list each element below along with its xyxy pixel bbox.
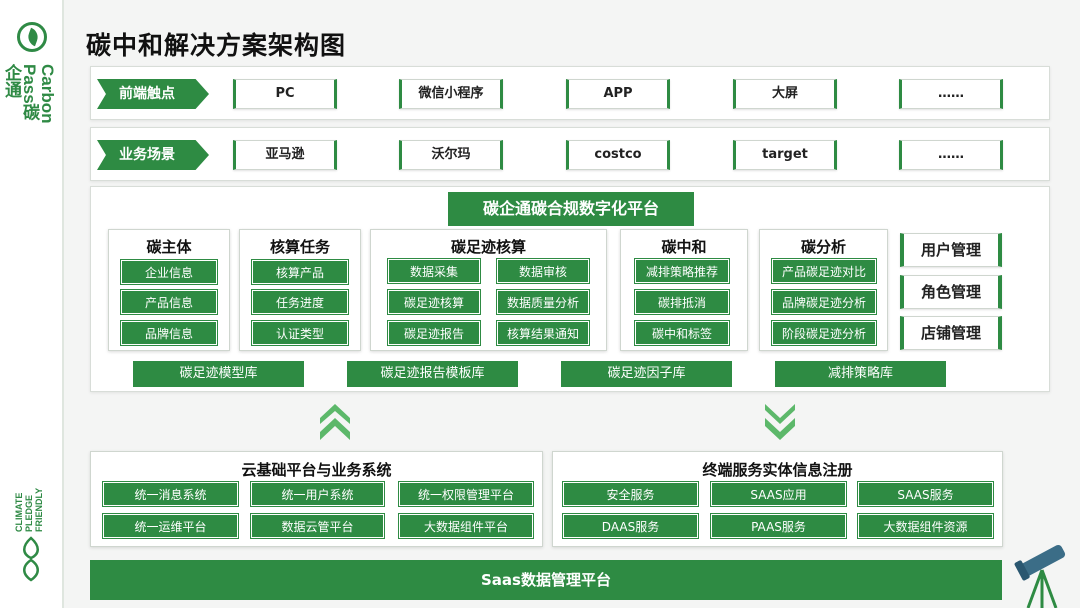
module-title: 核算任务: [269, 238, 330, 256]
module-footprint-accounting: 碳足迹核算 数据采集 数据审核 碳足迹核算 数据质量分析 碳足迹报告 核算结果通…: [370, 229, 607, 351]
carbon-pass-logo-icon: [17, 22, 47, 52]
scene-item[interactable]: ……: [899, 140, 1003, 170]
system-item[interactable]: 统一用户系统: [250, 481, 385, 507]
touchpoint-item[interactable]: PC: [233, 79, 337, 109]
touchpoint-item[interactable]: APP: [566, 79, 670, 109]
module-item[interactable]: 碳中和标签: [634, 320, 730, 346]
climate-leaf-icon: [23, 536, 39, 582]
scene-item[interactable]: 亚马逊: [233, 140, 337, 170]
store-management-button[interactable]: 店铺管理: [900, 316, 1002, 350]
library-item[interactable]: 碳足迹因子库: [561, 361, 732, 387]
library-item[interactable]: 减排策略库: [775, 361, 946, 387]
cloud-platform-panel: 云基础平台与业务系统 统一消息系统 统一用户系统 统一权限管理平台 统一运维平台…: [90, 451, 543, 547]
module-item[interactable]: 碳足迹核算: [387, 289, 481, 315]
module-item[interactable]: 数据采集: [387, 258, 481, 284]
front-touchpoints-tag: 前端触点: [97, 79, 209, 109]
module-item[interactable]: 阶段碳足迹分析: [771, 320, 877, 346]
library-item[interactable]: 碳足迹报告模板库: [347, 361, 518, 387]
module-item[interactable]: 数据质量分析: [496, 289, 590, 315]
scene-item[interactable]: 沃尔玛: [399, 140, 503, 170]
terminal-service-panel: 终端服务实体信息注册 安全服务 SAAS应用 SAAS服务 DAAS服务 PAA…: [552, 451, 1003, 547]
module-item[interactable]: 核算结果通知: [496, 320, 590, 346]
module-item[interactable]: 碳排抵消: [634, 289, 730, 315]
saas-data-platform-bar[interactable]: Saas数据管理平台: [90, 560, 1002, 600]
service-item[interactable]: DAAS服务: [562, 513, 699, 539]
system-item[interactable]: 数据云管平台: [250, 513, 385, 539]
scene-item[interactable]: target: [733, 140, 837, 170]
system-item[interactable]: 大数据组件平台: [398, 513, 534, 539]
touchpoint-item[interactable]: ……: [899, 79, 1003, 109]
module-carbon-analysis: 碳分析 产品碳足迹对比 品牌碳足迹分析 阶段碳足迹分析: [759, 229, 888, 351]
touchpoint-item[interactable]: 大屏: [733, 79, 837, 109]
module-item[interactable]: 碳足迹报告: [387, 320, 481, 346]
platform-title: 碳企通碳合规数字化平台: [448, 192, 694, 226]
module-item[interactable]: 减排策略推荐: [634, 258, 730, 284]
module-item[interactable]: 品牌碳足迹分析: [771, 289, 877, 315]
double-chevron-up-icon: [320, 404, 350, 440]
front-touchpoints-row: 前端触点 PC 微信小程序 APP 大屏 ……: [90, 66, 1050, 120]
sidebar: Carbon Pass碳企通 CLIMATE PLEDGE FRIENDLY: [0, 0, 64, 608]
role-management-button[interactable]: 角色管理: [900, 275, 1002, 309]
module-item[interactable]: 核算产品: [251, 259, 349, 285]
module-carbon-entity: 碳主体 企业信息 产品信息 品牌信息: [108, 229, 230, 351]
service-item[interactable]: 大数据组件资源: [857, 513, 994, 539]
module-item[interactable]: 品牌信息: [120, 320, 218, 346]
module-accounting-tasks: 核算任务 核算产品 任务进度 认证类型: [239, 229, 361, 351]
touchpoint-item[interactable]: 微信小程序: [399, 79, 503, 109]
module-item[interactable]: 数据审核: [496, 258, 590, 284]
service-item[interactable]: PAAS服务: [710, 513, 847, 539]
double-chevron-down-icon: [765, 404, 795, 440]
scene-item[interactable]: costco: [566, 140, 670, 170]
module-title: 碳分析: [800, 238, 846, 256]
module-title: 碳中和: [661, 238, 707, 256]
module-item[interactable]: 企业信息: [120, 259, 218, 285]
telescope-icon: [1014, 544, 1066, 608]
system-item[interactable]: 统一消息系统: [102, 481, 239, 507]
service-item[interactable]: SAAS应用: [710, 481, 847, 507]
module-title: 碳足迹核算: [450, 238, 526, 256]
library-item[interactable]: 碳足迹模型库: [133, 361, 304, 387]
module-item[interactable]: 产品碳足迹对比: [771, 258, 877, 284]
logo-text: Carbon Pass碳企通: [2, 64, 57, 124]
module-item[interactable]: 任务进度: [251, 289, 349, 315]
business-scenes-tag: 业务场景: [97, 140, 209, 170]
panel-title: 云基础平台与业务系统: [241, 461, 392, 479]
service-item[interactable]: 安全服务: [562, 481, 699, 507]
service-item[interactable]: SAAS服务: [857, 481, 994, 507]
business-scenes-row: 业务场景 亚马逊 沃尔玛 costco target ……: [90, 127, 1050, 181]
page-title: 碳中和解决方案架构图: [86, 31, 347, 60]
module-carbon-neutral: 碳中和 减排策略推荐 碳排抵消 碳中和标签: [620, 229, 748, 351]
panel-title: 终端服务实体信息注册: [702, 461, 853, 479]
module-item[interactable]: 产品信息: [120, 289, 218, 315]
user-management-button[interactable]: 用户管理: [900, 233, 1002, 267]
module-title: 碳主体: [146, 238, 192, 256]
module-item[interactable]: 认证类型: [251, 320, 349, 346]
system-item[interactable]: 统一运维平台: [102, 513, 239, 539]
system-item[interactable]: 统一权限管理平台: [398, 481, 534, 507]
climate-pledge-text: CLIMATE PLEDGE FRIENDLY: [14, 487, 44, 532]
